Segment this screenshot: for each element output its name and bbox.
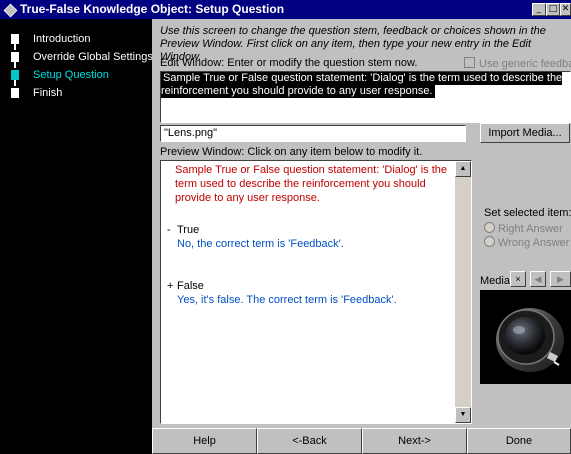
radio-icon	[484, 222, 495, 233]
checkbox-icon	[464, 57, 475, 68]
right-answer-radio[interactable]: Right Answer	[484, 222, 563, 235]
choice-symbol: -	[167, 224, 171, 236]
preview-window: Sample True or False question statement:…	[160, 160, 472, 424]
edit-window-textarea[interactable]: Sample True or False question statement:…	[160, 71, 571, 123]
right-answer-label: Right Answer	[498, 223, 563, 235]
media-label: Media:	[480, 275, 514, 287]
media-next-icon[interactable]: ▶	[550, 271, 571, 287]
step-sidebar: Introduction Override Global Settings Se…	[0, 19, 153, 454]
step-setup-question[interactable]: Setup Question	[11, 67, 151, 86]
preview-window-label: Preview Window: Click on any item below …	[160, 146, 423, 158]
step-override-global-settings[interactable]: Override Global Settings	[11, 49, 153, 68]
app-icon	[3, 3, 18, 18]
step-label: Finish	[33, 87, 63, 99]
media-prev-icon[interactable]: ◀	[530, 271, 546, 287]
navigation-bar: Help <-Back Next-> Done	[152, 428, 571, 454]
remove-media-icon[interactable]: ×	[510, 271, 526, 287]
lens-icon	[496, 308, 564, 372]
back-button[interactable]: <-Back	[257, 428, 362, 454]
edit-window-label: Edit Window: Enter or modify the questio…	[160, 57, 418, 69]
media-filename-field[interactable]: "Lens.png"	[160, 125, 466, 142]
scroll-down-icon[interactable]: ▼	[455, 407, 471, 423]
step-introduction[interactable]: Introduction	[11, 31, 151, 50]
generic-feedback-label: Use generic feedback	[479, 58, 571, 70]
step-finish[interactable]: Finish	[11, 85, 151, 101]
question-stem[interactable]: Sample True or False question statement:…	[175, 163, 455, 205]
window-title: True-False Knowledge Object: Setup Quest…	[20, 2, 285, 16]
step-label: Override Global Settings	[33, 51, 153, 63]
step-label: Introduction	[33, 33, 91, 45]
wrong-answer-label: Wrong Answer	[498, 237, 570, 249]
lens-image	[480, 290, 571, 384]
import-media-button[interactable]: Import Media...	[480, 123, 570, 143]
generic-feedback-checkbox[interactable]: Use generic feedback	[464, 57, 571, 70]
title-bar: True-False Knowledge Object: Setup Quest…	[0, 0, 571, 19]
next-button[interactable]: Next->	[362, 428, 467, 454]
choice-symbol: +	[167, 280, 174, 292]
help-button[interactable]: Help	[152, 428, 257, 454]
step-marker	[11, 88, 19, 98]
close-button[interactable]: ✕	[560, 3, 571, 16]
choice-feedback[interactable]: No, the correct term is 'Feedback'.	[177, 237, 344, 251]
scroll-up-icon[interactable]: ▲	[455, 161, 471, 177]
minimize-button[interactable]: _	[532, 3, 546, 16]
maximize-button[interactable]: □	[546, 3, 560, 16]
step-marker	[11, 70, 19, 80]
radio-icon	[484, 236, 495, 247]
preview-scrollbar[interactable]: ▲ ▼	[455, 161, 471, 423]
choice-text: False	[177, 280, 204, 292]
main-panel: Use this screen to change the question s…	[152, 19, 571, 454]
done-button[interactable]: Done	[467, 428, 571, 454]
step-marker	[11, 34, 19, 44]
choice-text: True	[177, 224, 200, 236]
wrong-answer-radio[interactable]: Wrong Answer	[484, 236, 569, 249]
step-label: Setup Question	[33, 69, 109, 81]
step-marker	[11, 52, 19, 62]
choice-feedback[interactable]: Yes, it's false. The correct term is 'Fe…	[177, 293, 397, 307]
edit-window-selected-text: Sample True or False question statement:…	[161, 72, 563, 98]
set-selected-item-label: Set selected item:	[484, 207, 571, 219]
